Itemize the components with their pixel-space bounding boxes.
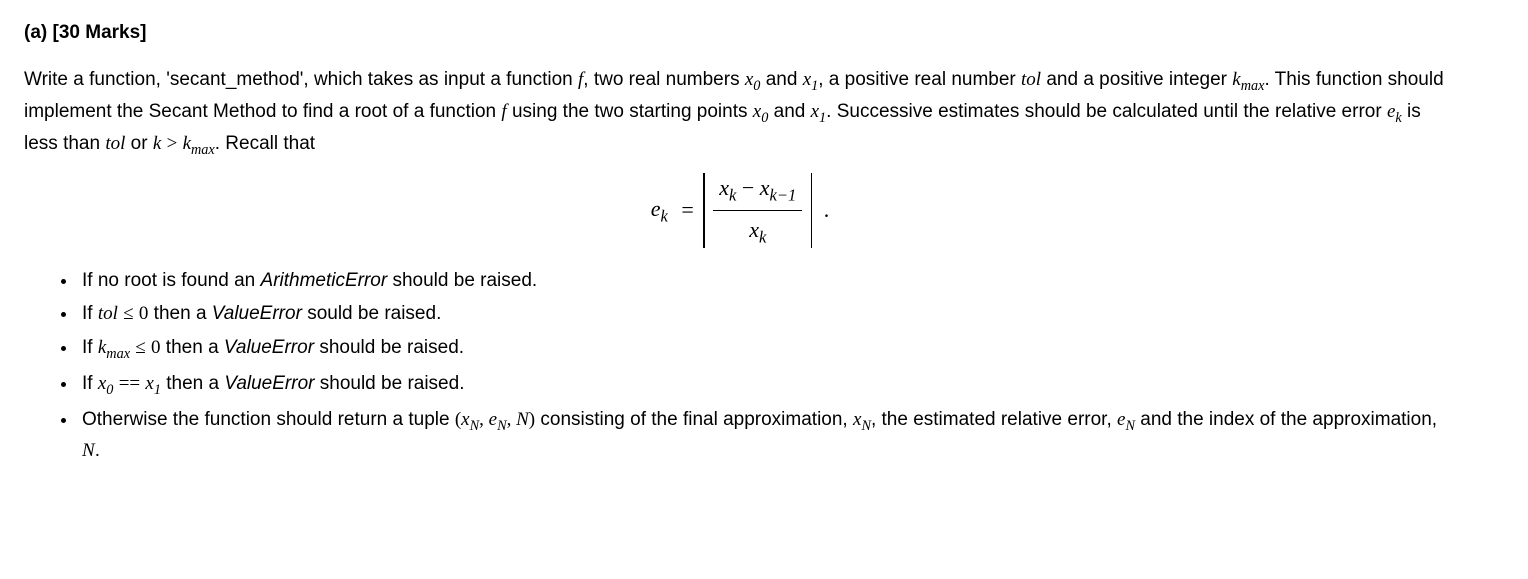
gt: > [167, 133, 178, 154]
var-eN: eN [489, 409, 507, 430]
text: and a positive integer [1041, 69, 1232, 90]
var-x1: x1 [811, 101, 827, 122]
x: x [749, 217, 759, 242]
var-ek: ek [1387, 101, 1402, 122]
text: or [125, 133, 152, 154]
text: . Recall that [215, 133, 315, 154]
var-xN: xN [853, 409, 871, 430]
le: ≤ [135, 337, 145, 358]
list-item: Otherwise the function should return a t… [78, 405, 1456, 466]
text: then a [148, 303, 211, 324]
e: e [651, 196, 661, 221]
minus: − [736, 175, 759, 200]
error-name: ArithmeticError [261, 270, 388, 291]
text: Otherwise the function should return a t… [82, 409, 455, 430]
var-x0: x0 [753, 101, 769, 122]
text: and [760, 69, 802, 90]
sub-k: k [759, 227, 766, 246]
period: . [824, 193, 830, 227]
sub-N: N [497, 417, 507, 433]
sub-0: 0 [106, 382, 113, 398]
text: If [82, 337, 98, 358]
text: and [768, 101, 810, 122]
problem-paragraph: Write a function, 'secant_method', which… [24, 65, 1456, 161]
comma: , [507, 409, 517, 430]
denominator: xk [713, 211, 802, 250]
requirements-list: If no root is found an ArithmeticError s… [24, 266, 1456, 466]
sub-1: 1 [154, 382, 161, 398]
list-item: If no root is found an ArithmeticError s… [78, 266, 1456, 295]
var-tol: tol [98, 303, 118, 324]
text: . [95, 440, 100, 461]
var-tol: tol [105, 133, 125, 154]
text: . Successive estimates should be calcula… [826, 101, 1387, 122]
zero: 0 [151, 337, 161, 358]
sub-max: max [106, 346, 130, 362]
list-item: If kmax ≤ 0 then a ValueError should be … [78, 333, 1456, 365]
error-name: ValueError [224, 373, 314, 394]
sub-k: k [661, 206, 668, 225]
error-name: ValueError [212, 303, 302, 324]
var-kmax: kmax [1232, 69, 1264, 90]
text: consisting of the final approximation, [535, 409, 853, 430]
text: Write a function, 'secant_method', which… [24, 69, 578, 90]
text: , two real numbers [583, 69, 745, 90]
text: should be raised. [314, 337, 464, 358]
var-k: k [153, 133, 161, 154]
k: k [183, 133, 191, 154]
var-N: N [82, 440, 95, 461]
x: x [753, 101, 761, 122]
list-item: If x0 == x1 then a ValueError should be … [78, 369, 1456, 401]
x: x [811, 101, 819, 122]
text: If [82, 303, 98, 324]
text: If no root is found an [82, 270, 261, 291]
text: and the index of the approximation, [1135, 409, 1437, 430]
var-xN: xN [461, 409, 479, 430]
var-x1: x1 [803, 69, 819, 90]
sub-max: max [1241, 78, 1265, 94]
sub-N: N [470, 417, 480, 433]
x: x [760, 175, 770, 200]
var-tol: tol [1021, 69, 1041, 90]
text: If [82, 373, 98, 394]
text: , a positive real number [818, 69, 1021, 90]
text: , the estimated relative error, [871, 409, 1117, 430]
eq-lhs: ek [651, 192, 668, 229]
x: x [145, 373, 153, 394]
part-heading: (a) [30 Marks] [24, 18, 1456, 47]
var-kmax: kmax [183, 133, 215, 154]
var-N: N [516, 409, 529, 430]
text: then a [161, 337, 224, 358]
text: should be raised. [387, 270, 537, 291]
error-name: ValueError [224, 337, 314, 358]
list-item: If tol ≤ 0 then a ValueError sould be ra… [78, 299, 1456, 328]
text: using the two starting points [507, 101, 753, 122]
var-x0: x0 [745, 69, 761, 90]
x: x [719, 175, 729, 200]
le: ≤ [123, 303, 133, 324]
abs: xk − xk−1 xk [703, 171, 812, 250]
text: sould be raised. [302, 303, 441, 324]
display-equation: ek = xk − xk−1 xk . [24, 171, 1456, 250]
comma: , [479, 409, 489, 430]
x: x [461, 409, 469, 430]
eqeq: == [119, 373, 140, 394]
var-x0: x0 [98, 373, 114, 394]
text: should be raised. [314, 373, 464, 394]
fraction: xk − xk−1 xk [713, 171, 802, 250]
var-eN: eN [1117, 409, 1135, 430]
eq-sign: = [681, 193, 693, 227]
sub-N: N [1125, 417, 1135, 433]
var-x1: x1 [145, 373, 161, 394]
k: k [1232, 69, 1240, 90]
e: e [489, 409, 497, 430]
sub-N: N [861, 417, 871, 433]
text: then a [161, 373, 224, 394]
sub-k-1: k−1 [770, 185, 797, 204]
var-kmax: kmax [98, 337, 130, 358]
x: x [803, 69, 811, 90]
sub-max: max [191, 142, 215, 158]
numerator: xk − xk−1 [713, 171, 802, 211]
zero: 0 [139, 303, 149, 324]
